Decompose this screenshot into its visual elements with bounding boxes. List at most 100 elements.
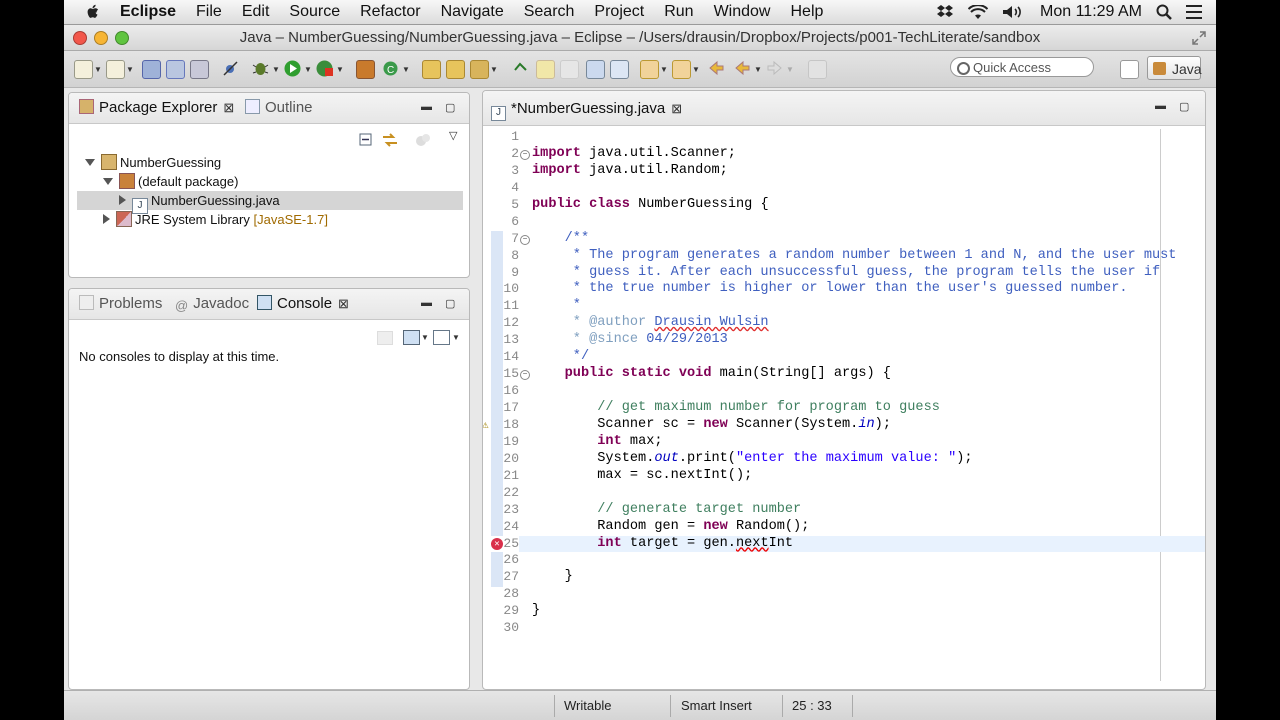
- speaker-icon[interactable]: [1002, 6, 1026, 18]
- code-text: java.util.Random;: [580, 162, 728, 178]
- apple-icon[interactable]: [84, 3, 102, 21]
- highlight-icon[interactable]: [536, 60, 555, 79]
- wifi-icon[interactable]: [968, 4, 989, 20]
- menu-window[interactable]: Window: [704, 3, 781, 21]
- save-icon[interactable]: [142, 60, 161, 79]
- close-icon[interactable]: ⊠: [223, 100, 234, 115]
- expand-arrow-icon[interactable]: [103, 214, 110, 224]
- tree-item-jre-library[interactable]: JRE System Library [JavaSE-1.7]: [79, 210, 463, 229]
- menu-refactor[interactable]: Refactor: [350, 3, 430, 21]
- fullscreen-icon[interactable]: [1192, 31, 1206, 45]
- open-console-icon[interactable]: [433, 330, 450, 345]
- tab-outline[interactable]: Outline: [245, 99, 313, 116]
- menubar-clock[interactable]: Mon 11:29 AM: [1040, 3, 1142, 21]
- close-window-button[interactable]: [73, 31, 87, 45]
- new-package-icon[interactable]: [106, 60, 125, 79]
- new-icon[interactable]: [74, 60, 93, 79]
- code-line: 23 // generate target number: [483, 502, 1205, 519]
- status-divider: [782, 695, 783, 717]
- code-area[interactable]: 1 2− import java.util.Scanner; 3 import ja…: [483, 129, 1205, 637]
- previous-annotation-icon[interactable]: [672, 60, 691, 79]
- tree-item-java-file[interactable]: J NumberGuessing.java: [77, 191, 463, 214]
- quick-access-field[interactable]: Quick Access: [950, 57, 1094, 77]
- show-whitespace-icon[interactable]: [586, 60, 605, 79]
- java-perspective-button[interactable]: Java: [1147, 56, 1202, 80]
- open-console-dropdown-icon[interactable]: ▼: [452, 333, 460, 342]
- new-java-project-icon[interactable]: [356, 60, 375, 79]
- tree-item-project[interactable]: NumberGuessing: [79, 153, 463, 172]
- code-line: 30: [483, 620, 1205, 637]
- paragraph-icon[interactable]: [610, 60, 629, 79]
- print-icon[interactable]: [190, 60, 209, 79]
- external-tools-icon[interactable]: [316, 60, 333, 77]
- new-dropdown-icon[interactable]: ▼: [94, 65, 102, 74]
- tab-problems[interactable]: Problems: [79, 295, 162, 312]
- menu-navigate[interactable]: Navigate: [431, 3, 514, 21]
- menu-search[interactable]: Search: [514, 3, 585, 21]
- open-folder-icon[interactable]: [446, 60, 465, 79]
- maximize-icon[interactable]: ▢: [1179, 100, 1189, 113]
- fold-collapse-icon[interactable]: −: [520, 234, 530, 245]
- expand-arrow-icon[interactable]: [103, 178, 113, 185]
- tab-package-explorer[interactable]: Package Explorer ⊠: [79, 99, 234, 116]
- line-number: 30: [503, 620, 519, 636]
- dropbox-icon[interactable]: [936, 4, 954, 20]
- notification-center-icon[interactable]: [1186, 5, 1202, 19]
- svg-text:C: C: [387, 65, 394, 76]
- open-type-icon[interactable]: [422, 60, 441, 79]
- tab-numberguessing-java[interactable]: J *NumberGuessing.java ⊠: [491, 100, 682, 121]
- menu-run[interactable]: Run: [654, 3, 703, 21]
- new-class-dropdown-icon[interactable]: ▼: [402, 65, 410, 74]
- tab-javadoc[interactable]: @ Javadoc: [175, 295, 249, 313]
- new-package-dropdown-icon[interactable]: ▼: [126, 65, 134, 74]
- view-menu-icon[interactable]: ▽: [449, 129, 457, 142]
- open-perspective-icon[interactable]: [1120, 60, 1139, 79]
- menu-edit[interactable]: Edit: [232, 3, 280, 21]
- debug-dropdown-icon[interactable]: ▼: [272, 65, 280, 74]
- run-icon[interactable]: [284, 60, 301, 77]
- debug-icon[interactable]: [252, 60, 269, 77]
- new-java-class-icon[interactable]: C: [382, 60, 399, 77]
- menu-app-eclipse[interactable]: Eclipse: [110, 3, 186, 21]
- menu-project[interactable]: Project: [584, 3, 654, 21]
- minimize-icon[interactable]: ▬: [1155, 100, 1166, 112]
- display-console-dropdown-icon[interactable]: ▼: [421, 333, 429, 342]
- close-icon[interactable]: ⊠: [338, 296, 349, 311]
- link-with-editor-icon[interactable]: [381, 133, 399, 147]
- display-console-icon[interactable]: [403, 330, 420, 345]
- menu-source[interactable]: Source: [279, 3, 350, 21]
- collapse-all-icon[interactable]: [359, 133, 373, 147]
- skip-breakpoints-icon[interactable]: [222, 60, 239, 77]
- zoom-window-button[interactable]: [115, 31, 129, 45]
- error-icon[interactable]: ✕: [491, 537, 503, 550]
- minimize-window-button[interactable]: [94, 31, 108, 45]
- run-dropdown-icon[interactable]: ▼: [304, 65, 312, 74]
- maximize-icon[interactable]: ▢: [445, 297, 455, 310]
- spotlight-search-icon[interactable]: [1156, 4, 1172, 20]
- code-line: 10 * the true number is higher or lower …: [483, 281, 1205, 298]
- fold-collapse-icon[interactable]: −: [520, 370, 530, 381]
- next-annotation-icon[interactable]: [640, 60, 659, 79]
- menu-file[interactable]: File: [186, 3, 232, 21]
- close-icon[interactable]: ⊠: [671, 101, 682, 116]
- next-annotation-dropdown-icon[interactable]: ▼: [660, 65, 668, 74]
- fold-collapse-icon[interactable]: −: [520, 149, 530, 160]
- expand-arrow-icon[interactable]: [85, 159, 95, 166]
- external-tools-dropdown-icon[interactable]: ▼: [336, 65, 344, 74]
- toggle-mark-occurrences-icon[interactable]: [512, 60, 529, 77]
- previous-annotation-dropdown-icon[interactable]: ▼: [692, 65, 700, 74]
- last-edit-location-icon[interactable]: [708, 60, 725, 77]
- back-icon[interactable]: [734, 60, 751, 77]
- tab-console[interactable]: Console ⊠: [257, 295, 349, 312]
- minimize-icon[interactable]: ▬: [421, 101, 432, 113]
- warning-icon[interactable]: ⚠: [483, 418, 489, 435]
- maximize-icon[interactable]: ▢: [445, 101, 455, 114]
- back-dropdown-icon[interactable]: ▼: [754, 65, 762, 74]
- save-all-icon[interactable]: [166, 60, 185, 79]
- search-dropdown-icon[interactable]: ▼: [490, 65, 498, 74]
- search-icon[interactable]: [470, 60, 489, 79]
- minimize-icon[interactable]: ▬: [421, 297, 432, 309]
- expand-arrow-icon[interactable]: [119, 195, 126, 205]
- menu-help[interactable]: Help: [780, 3, 833, 21]
- tree-item-default-package[interactable]: (default package): [79, 172, 463, 191]
